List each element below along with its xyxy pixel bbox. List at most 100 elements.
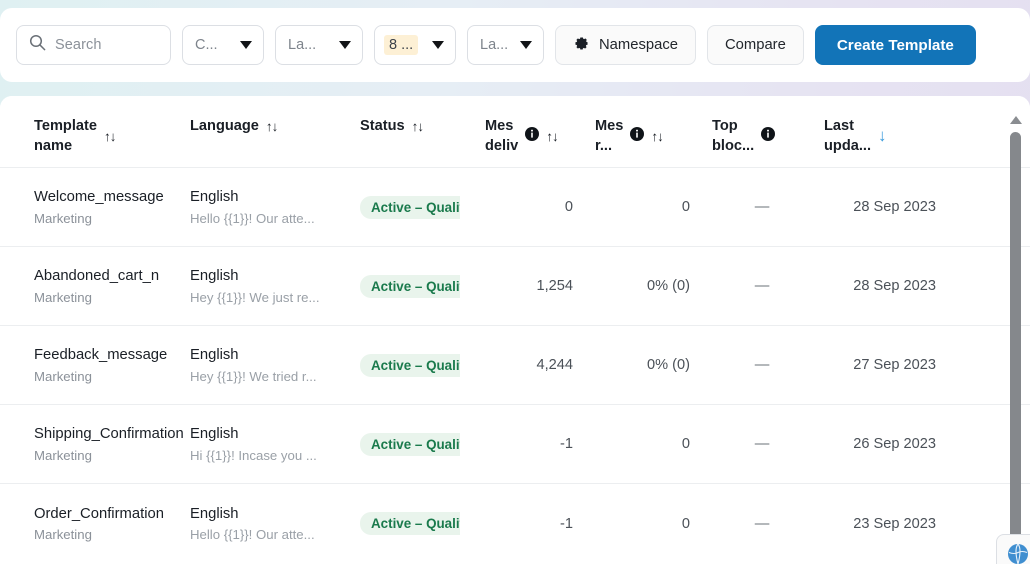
column-header-messages-read-label: Mes r...: [595, 117, 623, 156]
cell-messages-read: 0% (0): [595, 357, 712, 373]
info-icon[interactable]: [630, 127, 644, 148]
template-category: Marketing: [34, 290, 190, 305]
filter-dropdown-language-label: La...: [288, 37, 316, 53]
globe-icon: [1007, 543, 1029, 564]
column-header-language-label: Language: [190, 117, 259, 137]
compare-button-label: Compare: [725, 37, 786, 53]
chevron-down-icon: [240, 41, 252, 49]
table-row[interactable]: Shipping_Confirmation Marketing English …: [0, 405, 1030, 484]
cell-top-blocked: —: [712, 436, 824, 452]
template-language: English: [190, 505, 360, 525]
chevron-down-icon: [432, 41, 444, 49]
template-name: Welcome_message: [34, 188, 190, 208]
column-header-language[interactable]: Language ↑↓: [190, 117, 360, 137]
sort-icon[interactable]: ↑↓: [104, 128, 116, 146]
status-badge: Active – Quality pending: [360, 354, 460, 377]
compare-button[interactable]: Compare: [707, 25, 804, 65]
info-icon[interactable]: [525, 127, 539, 148]
template-preview: Hey {{1}}! We tried r...: [190, 369, 340, 384]
column-header-top-blocked[interactable]: Top bloc...: [712, 117, 824, 156]
search-icon: [29, 34, 46, 56]
filter-toolbar: Search C... La... 8 ... La... Namespace …: [0, 8, 1030, 82]
gear-icon: [573, 35, 590, 56]
cell-last-updated: 26 Sep 2023: [824, 436, 946, 452]
cell-status: Active – Quality pending: [360, 196, 485, 219]
cell-language: English Hey {{1}}! We tried r...: [190, 346, 360, 384]
template-category: Marketing: [34, 448, 190, 463]
status-badge: Active – Quality pending: [360, 196, 460, 219]
filter-dropdown-count-label: 8 ...: [384, 35, 418, 55]
column-header-template-name-label: Template name: [34, 117, 97, 156]
globe-widget[interactable]: [996, 534, 1030, 564]
template-language: English: [190, 188, 360, 208]
templates-table: Template name ↑↓ Language ↑↓ Status ↑↓ M…: [0, 96, 1030, 564]
filter-dropdown-category[interactable]: C...: [182, 25, 264, 65]
cell-language: English Hello {{1}}! Our atte...: [190, 505, 360, 543]
template-preview: Hello {{1}}! Our atte...: [190, 211, 340, 226]
cell-status: Active – Quality pending: [360, 512, 485, 535]
search-input[interactable]: Search: [16, 25, 171, 65]
info-icon[interactable]: [761, 127, 775, 148]
cell-messages-delivered: 0: [485, 199, 595, 215]
cell-messages-delivered: -1: [485, 516, 595, 532]
filter-dropdown-label-label: La...: [480, 37, 508, 53]
column-header-messages-delivered-label: Mes deliv: [485, 117, 518, 156]
cell-messages-read: 0: [595, 516, 712, 532]
cell-template-name: Welcome_message Marketing: [0, 188, 190, 226]
column-header-status-label: Status: [360, 117, 405, 137]
cell-status: Active – Quality pending: [360, 275, 485, 298]
cell-messages-delivered: -1: [485, 436, 595, 452]
template-category: Marketing: [34, 211, 190, 226]
filter-dropdown-count[interactable]: 8 ...: [374, 25, 456, 65]
triangle-up-icon[interactable]: [1010, 116, 1022, 124]
search-placeholder: Search: [55, 37, 102, 53]
namespace-button[interactable]: Namespace: [555, 25, 696, 65]
column-header-messages-delivered[interactable]: Mes deliv ↑↓: [485, 117, 595, 156]
filter-dropdown-category-label: C...: [195, 37, 218, 53]
cell-template-name: Shipping_Confirmation Marketing: [0, 425, 190, 463]
create-template-button[interactable]: Create Template: [815, 25, 976, 65]
filter-dropdown-label[interactable]: La...: [467, 25, 544, 65]
table-row[interactable]: Welcome_message Marketing English Hello …: [0, 168, 1030, 247]
template-preview: Hello {{1}}! Our atte...: [190, 527, 340, 542]
template-preview: Hi {{1}}! Incase you ...: [190, 448, 340, 463]
status-badge: Active – Quality pending: [360, 512, 460, 535]
sort-icon[interactable]: ↑↓: [546, 128, 558, 146]
cell-last-updated: 27 Sep 2023: [824, 357, 946, 373]
column-header-messages-read[interactable]: Mes r... ↑↓: [595, 117, 712, 156]
cell-language: English Hi {{1}}! Incase you ...: [190, 425, 360, 463]
column-header-status[interactable]: Status ↑↓: [360, 117, 485, 137]
cell-last-updated: 28 Sep 2023: [824, 199, 946, 215]
filter-dropdown-language[interactable]: La...: [275, 25, 363, 65]
template-language: English: [190, 267, 360, 287]
cell-messages-delivered: 1,254: [485, 278, 595, 294]
scrollbar-thumb[interactable]: [1010, 132, 1021, 547]
table-row[interactable]: Feedback_message Marketing English Hey {…: [0, 326, 1030, 405]
cell-template-name: Abandoned_cart_n Marketing: [0, 267, 190, 305]
status-badge: Active – Quality pending: [360, 433, 460, 456]
table-row[interactable]: Abandoned_cart_n Marketing English Hey {…: [0, 247, 1030, 326]
sort-icon[interactable]: ↑↓: [412, 118, 424, 136]
column-header-template-name[interactable]: Template name ↑↓: [0, 117, 190, 156]
sort-icon[interactable]: ↑↓: [266, 118, 278, 136]
template-preview: Hey {{1}}! We just re...: [190, 290, 340, 305]
sort-descending-icon[interactable]: ↓: [878, 125, 887, 148]
cell-status: Active – Quality pending: [360, 433, 485, 456]
create-template-button-label: Create Template: [837, 37, 954, 54]
chevron-down-icon: [339, 41, 351, 49]
column-header-last-updated-label: Last upda...: [824, 117, 871, 156]
vertical-scrollbar[interactable]: [1005, 114, 1027, 564]
template-category: Marketing: [34, 369, 190, 384]
cell-messages-read: 0% (0): [595, 278, 712, 294]
table-row[interactable]: Order_Confirmation Marketing English Hel…: [0, 484, 1030, 563]
cell-messages-delivered: 4,244: [485, 357, 595, 373]
cell-template-name: Feedback_message Marketing: [0, 346, 190, 384]
cell-last-updated: 28 Sep 2023: [824, 278, 946, 294]
template-category: Marketing: [34, 527, 190, 542]
cell-messages-read: 0: [595, 436, 712, 452]
table-body: Welcome_message Marketing English Hello …: [0, 168, 1030, 564]
sort-icon[interactable]: ↑↓: [651, 128, 663, 146]
cell-template-name: Order_Confirmation Marketing: [0, 505, 190, 543]
cell-messages-read: 0: [595, 199, 712, 215]
column-header-last-updated[interactable]: Last upda... ↓: [824, 117, 946, 156]
